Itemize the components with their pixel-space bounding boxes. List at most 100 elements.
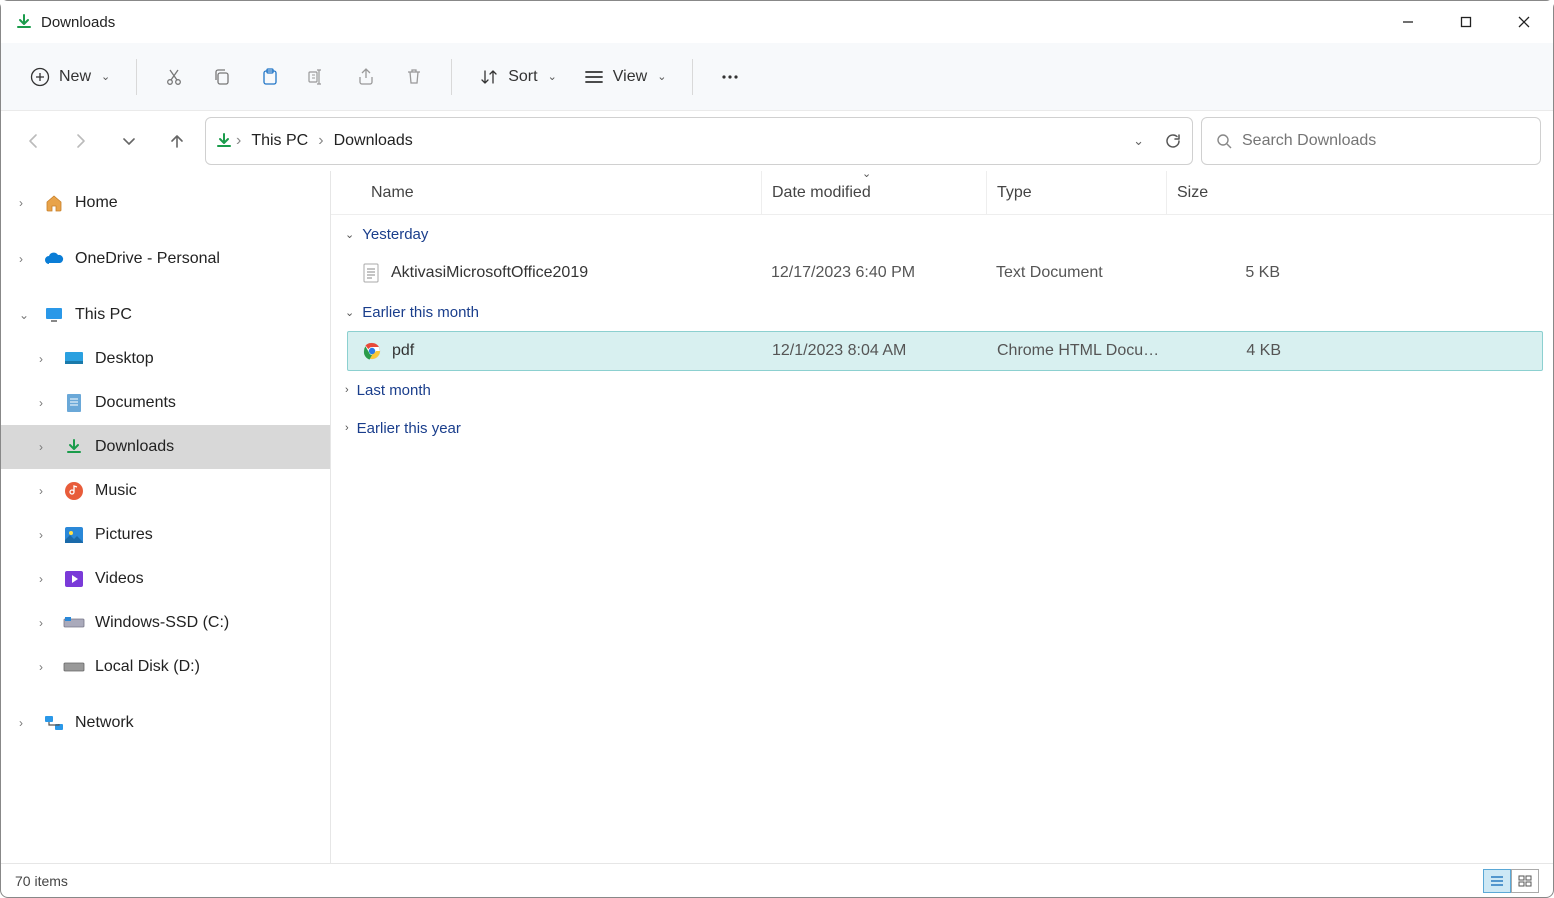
separator — [136, 59, 137, 95]
search-input[interactable] — [1242, 132, 1526, 150]
chrome-icon — [362, 341, 382, 361]
chevron-right-icon[interactable]: › — [39, 396, 53, 410]
drive-icon — [63, 656, 85, 678]
sidebar-label: Local Disk (D:) — [95, 658, 200, 676]
chevron-right-icon[interactable]: › — [39, 528, 53, 542]
group-label: Earlier this year — [357, 420, 461, 437]
chevron-right-icon[interactable]: › — [39, 484, 53, 498]
network-icon — [43, 712, 65, 734]
chevron-down-icon: ⌄ — [101, 70, 110, 83]
refresh-button[interactable] — [1164, 132, 1182, 150]
recent-button[interactable] — [109, 121, 149, 161]
search-box[interactable] — [1201, 117, 1541, 165]
sidebar-item-downloads[interactable]: › Downloads — [1, 425, 330, 469]
window-controls — [1379, 1, 1553, 43]
maximize-button[interactable] — [1437, 1, 1495, 43]
sidebar-item-thispc[interactable]: ⌄ This PC — [1, 293, 330, 337]
videos-icon — [63, 568, 85, 590]
window-title: Downloads — [41, 14, 115, 31]
music-icon — [63, 480, 85, 502]
separator — [451, 59, 452, 95]
delete-icon — [403, 66, 425, 88]
group-yesterday[interactable]: ⌄ Yesterday — [331, 215, 1553, 253]
group-label: Earlier this month — [362, 304, 479, 321]
group-label: Yesterday — [362, 226, 428, 243]
back-button[interactable] — [13, 121, 53, 161]
group-earlier-month[interactable]: ⌄ Earlier this month — [331, 293, 1553, 331]
search-icon — [1216, 133, 1232, 149]
column-date[interactable]: ⌄Date modified — [761, 171, 986, 214]
chevron-right-icon[interactable]: › — [318, 132, 323, 150]
titlebar: Downloads — [1, 1, 1553, 43]
sidebar-item-desktop[interactable]: › Desktop — [1, 337, 330, 381]
sidebar-item-music[interactable]: › Music — [1, 469, 330, 513]
more-button[interactable] — [709, 58, 751, 96]
thumbnails-view-button[interactable] — [1511, 869, 1539, 893]
navigation-row: › This PC › Downloads ⌄ — [1, 111, 1553, 171]
chevron-right-icon[interactable]: › — [39, 352, 53, 366]
chevron-right-icon[interactable]: › — [236, 132, 241, 150]
breadcrumb-root[interactable]: This PC — [245, 128, 314, 154]
chevron-right-icon[interactable]: › — [19, 716, 33, 730]
navigation-sidebar: › Home › OneDrive - Personal ⌄ This PC ›… — [1, 171, 331, 863]
up-button[interactable] — [157, 121, 197, 161]
view-button[interactable]: View ⌄ — [573, 58, 677, 96]
rename-icon — [307, 66, 329, 88]
address-chevron-icon[interactable]: ⌄ — [1133, 133, 1144, 149]
chevron-right-icon[interactable]: › — [39, 440, 53, 454]
sidebar-label: Windows-SSD (C:) — [95, 614, 229, 632]
chevron-right-icon[interactable]: › — [19, 252, 33, 266]
sidebar-item-videos[interactable]: › Videos — [1, 557, 330, 601]
chevron-down-icon: ⌄ — [548, 70, 557, 83]
breadcrumb-current[interactable]: Downloads — [328, 128, 419, 154]
minimize-button[interactable] — [1379, 1, 1437, 43]
toolbar: New ⌄ Sort ⌄ View ⌄ — [1, 43, 1553, 111]
file-row[interactable]: pdf 12/1/2023 8:04 AM Chrome HTML Docu… … — [347, 331, 1543, 371]
column-headers: Name ⌄Date modified Type Size — [331, 171, 1553, 215]
sidebar-item-pictures[interactable]: › Pictures — [1, 513, 330, 557]
address-bar[interactable]: › This PC › Downloads ⌄ — [205, 117, 1193, 165]
group-earlier-year[interactable]: › Earlier this year — [331, 409, 1553, 447]
delete-button[interactable] — [393, 58, 435, 96]
sort-icon — [478, 66, 500, 88]
sidebar-item-onedrive[interactable]: › OneDrive - Personal — [1, 237, 330, 281]
chevron-right-icon: › — [345, 422, 349, 434]
close-button[interactable] — [1495, 1, 1553, 43]
rename-button[interactable] — [297, 58, 339, 96]
chevron-right-icon[interactable]: › — [39, 572, 53, 586]
chevron-down-icon: ⌄ — [345, 306, 354, 319]
view-icon — [583, 66, 605, 88]
pictures-icon — [63, 524, 85, 546]
sidebar-label: Downloads — [95, 438, 174, 456]
new-button[interactable]: New ⌄ — [19, 58, 120, 96]
sidebar-item-network[interactable]: › Network — [1, 701, 330, 745]
content-area: Name ⌄Date modified Type Size ⌄ Yesterda… — [331, 171, 1553, 863]
view-label: View — [613, 68, 647, 86]
file-type: Text Document — [986, 264, 1166, 282]
file-name: AktivasiMicrosoftOffice2019 — [391, 264, 588, 282]
chevron-right-icon[interactable]: › — [19, 196, 33, 210]
sort-label: Sort — [508, 68, 537, 86]
sidebar-item-documents[interactable]: › Documents — [1, 381, 330, 425]
paste-button[interactable] — [249, 58, 291, 96]
chevron-right-icon[interactable]: › — [39, 660, 53, 674]
chevron-right-icon[interactable]: › — [39, 616, 53, 630]
column-type[interactable]: Type — [986, 171, 1166, 214]
forward-button[interactable] — [61, 121, 101, 161]
column-name[interactable]: Name — [331, 184, 761, 202]
sidebar-item-drive-d[interactable]: › Local Disk (D:) — [1, 645, 330, 689]
cut-button[interactable] — [153, 58, 195, 96]
sidebar-item-drive-c[interactable]: › Windows-SSD (C:) — [1, 601, 330, 645]
sort-button[interactable]: Sort ⌄ — [468, 58, 567, 96]
group-last-month[interactable]: › Last month — [331, 371, 1553, 409]
sidebar-label: Videos — [95, 570, 144, 588]
column-size[interactable]: Size — [1166, 171, 1296, 214]
drive-icon — [63, 612, 85, 634]
copy-button[interactable] — [201, 58, 243, 96]
downloads-icon — [63, 436, 85, 458]
details-view-button[interactable] — [1483, 869, 1511, 893]
share-button[interactable] — [345, 58, 387, 96]
chevron-down-icon[interactable]: ⌄ — [19, 308, 33, 322]
file-row[interactable]: AktivasiMicrosoftOffice2019 12/17/2023 6… — [331, 253, 1553, 293]
sidebar-item-home[interactable]: › Home — [1, 181, 330, 225]
